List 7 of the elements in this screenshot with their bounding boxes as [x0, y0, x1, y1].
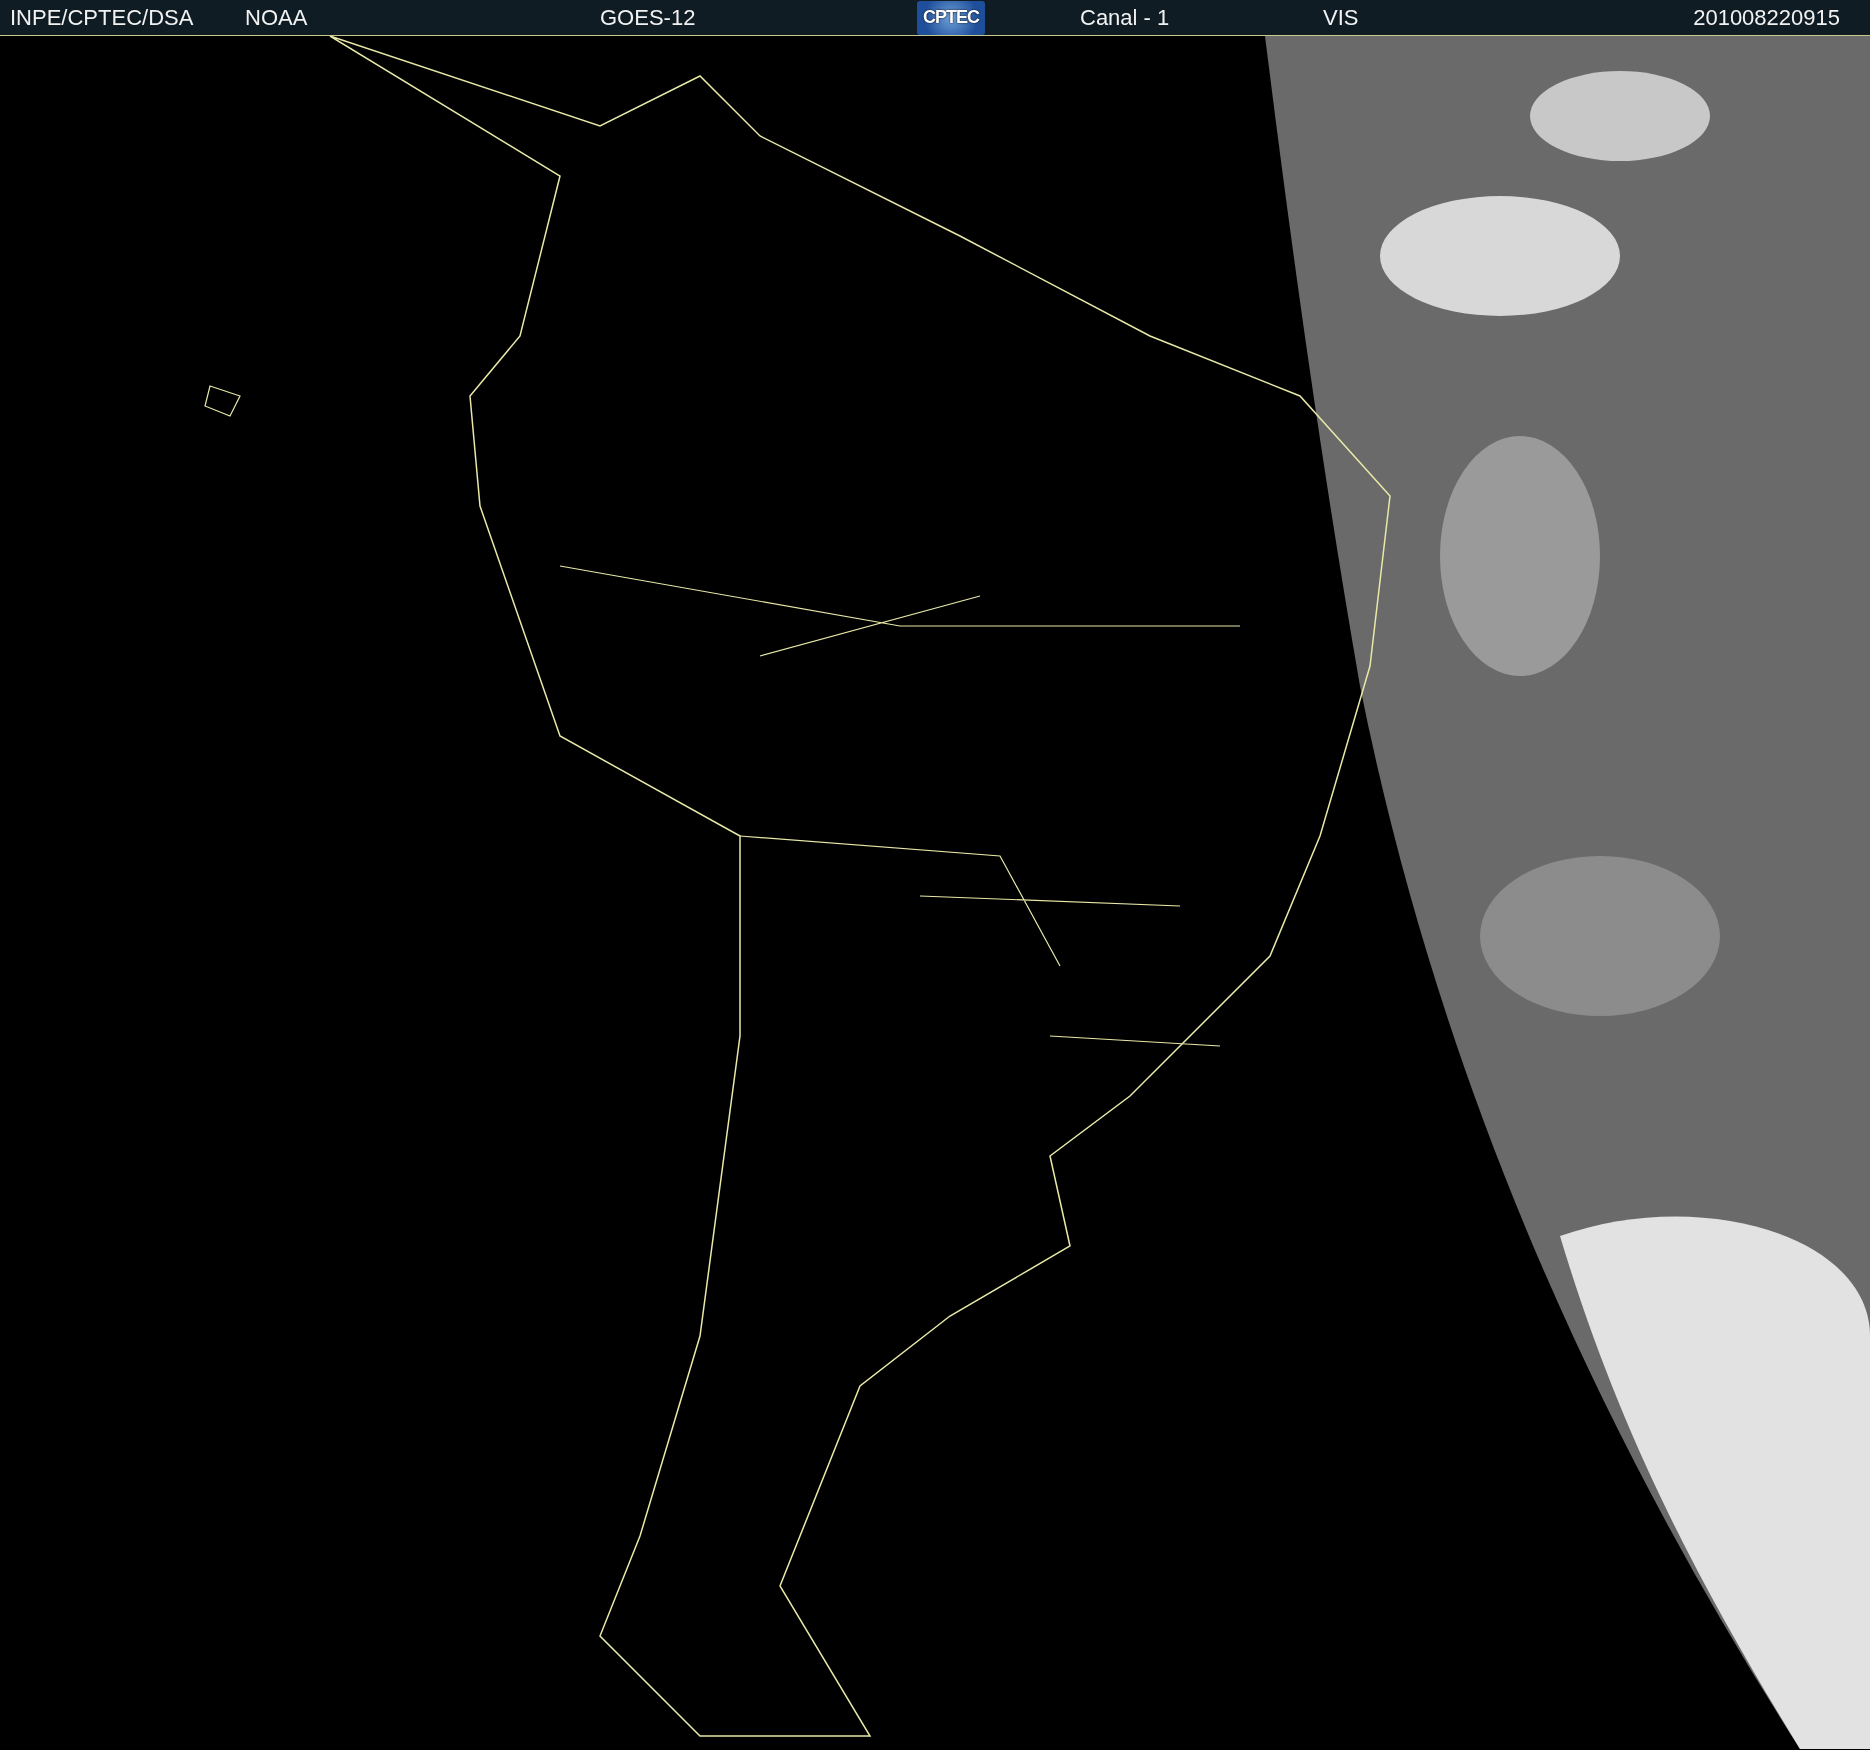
- timestamp-label: 201008220915: [1693, 4, 1840, 31]
- logo: CPTEC: [917, 0, 985, 35]
- satellite-label: GOES-12: [600, 4, 696, 31]
- agency-label: NOAA: [245, 4, 308, 31]
- channel-label: Canal - 1: [1080, 4, 1170, 31]
- band-label: VIS: [1323, 4, 1359, 31]
- source-label: INPE/CPTEC/DSA: [10, 4, 194, 31]
